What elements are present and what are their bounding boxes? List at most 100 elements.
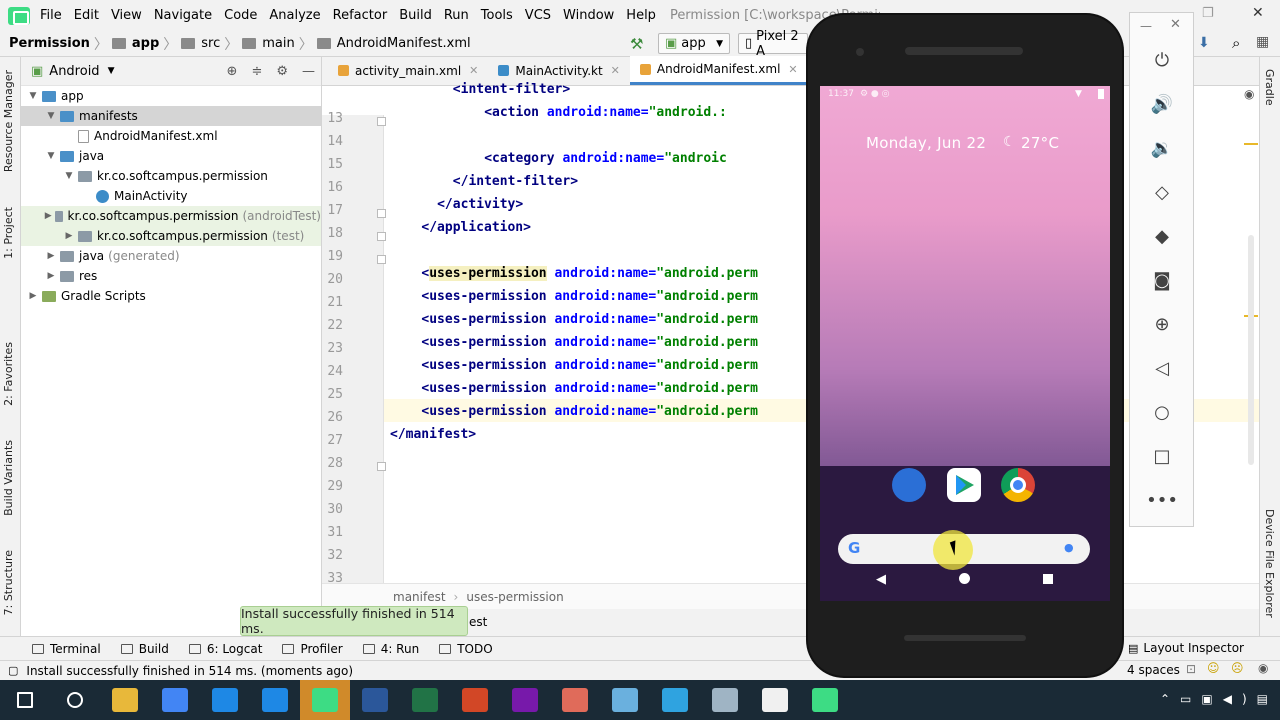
date-widget[interactable]: Monday, Jun 22 <box>866 134 986 152</box>
taskbar-item[interactable] <box>300 680 350 720</box>
breadcrumb-item[interactable]: Permission <box>6 36 93 51</box>
close-icon[interactable]: ✕ <box>469 64 478 77</box>
taskbar-item[interactable] <box>550 680 600 720</box>
home-icon[interactable]: ○ <box>1150 400 1174 424</box>
run-config-select[interactable]: ▣ app ▼ <box>658 33 730 54</box>
taskbar-item[interactable] <box>200 680 250 720</box>
breadcrumb-item[interactable]: app <box>109 36 162 51</box>
rotate-right-icon[interactable]: ◆ <box>1150 224 1174 248</box>
expand-arrow-icon[interactable]: ▼ <box>45 151 57 161</box>
minimize-icon[interactable]: — <box>302 64 315 79</box>
home-nav-icon[interactable] <box>959 573 970 584</box>
messages-app-icon[interactable] <box>892 468 926 502</box>
tool-window-todo[interactable]: TODO <box>429 642 502 656</box>
play-store-app-icon[interactable] <box>947 468 981 502</box>
settings-icon[interactable]: ▦ <box>1256 34 1269 50</box>
restore-window-icon[interactable]: ❐ <box>1202 6 1214 21</box>
smile-icon[interactable]: ☺ <box>1207 661 1220 675</box>
lock-icon[interactable]: ⊡ <box>1186 662 1196 676</box>
menu-item-tools[interactable]: Tools <box>475 0 519 31</box>
run-tab-label[interactable]: est <box>469 615 487 629</box>
weather-temp[interactable]: 27°C <box>1021 134 1059 152</box>
tool-window-build[interactable]: Build <box>111 642 179 656</box>
menu-item-code[interactable]: Code <box>218 0 263 31</box>
event-log-icon[interactable]: ◉ <box>1258 661 1268 675</box>
fold-marker[interactable] <box>377 117 386 126</box>
close-icon[interactable]: ✕ <box>611 64 620 77</box>
taskbar-item[interactable] <box>450 680 500 720</box>
expand-arrow-icon[interactable]: ▼ <box>63 171 75 181</box>
indent-setting[interactable]: 4 spaces <box>1127 663 1180 677</box>
editor-tab[interactable]: MainActivity.kt ✕ <box>488 56 630 85</box>
expand-arrow-icon[interactable]: ▶ <box>27 291 39 301</box>
taskbar-item[interactable] <box>600 680 650 720</box>
locate-icon[interactable]: ⊕ <box>227 64 238 79</box>
taskbar-item[interactable] <box>150 680 200 720</box>
power-icon[interactable]: ⏻ <box>1150 48 1174 72</box>
warning-marker[interactable] <box>1244 143 1258 145</box>
tree-item[interactable]: ▼ java <box>21 146 321 166</box>
tree-item[interactable]: AndroidManifest.xml <box>21 126 321 146</box>
close-window-icon[interactable]: ✕ <box>1252 5 1264 21</box>
assistant-icon[interactable]: ● <box>1064 541 1074 554</box>
menu-item-file[interactable]: File <box>34 0 68 31</box>
tree-item[interactable]: ▼ kr.co.softcampus.permission <box>21 166 321 186</box>
editor-tab[interactable]: activity_main.xml ✕ <box>328 56 488 85</box>
menu-item-view[interactable]: View <box>105 0 148 31</box>
expand-arrow-icon[interactable]: ▶ <box>63 231 75 241</box>
menu-item-build[interactable]: Build <box>393 0 438 31</box>
hammer-icon[interactable]: ⚒ <box>630 35 648 53</box>
tree-item[interactable]: ▶ kr.co.softcampus.permission (androidTest… <box>21 206 321 226</box>
tab-build-variants[interactable]: Build Variants <box>2 440 15 516</box>
scrollbar[interactable] <box>1248 235 1254 465</box>
toast-notification[interactable]: Install successfully finished in 514 ms. <box>240 606 468 636</box>
tool-window-terminal[interactable]: Terminal <box>22 642 111 656</box>
fold-marker[interactable] <box>377 255 386 264</box>
rotate-left-icon[interactable]: ◇ <box>1150 180 1174 204</box>
fold-marker[interactable] <box>377 462 386 471</box>
menu-item-edit[interactable]: Edit <box>68 0 105 31</box>
taskbar-item[interactable] <box>400 680 450 720</box>
breadcrumb-uses-permission[interactable]: uses-permission <box>466 590 563 604</box>
tree-item[interactable]: ▶ kr.co.softcampus.permission (test) <box>21 226 321 246</box>
taskbar-item[interactable] <box>100 680 150 720</box>
tab-resource-manager[interactable]: Resource Manager <box>2 70 15 172</box>
menu-item-analyze[interactable]: Analyze <box>263 0 326 31</box>
expand-arrow-icon[interactable]: ▶ <box>45 271 57 281</box>
tool-window-logcat[interactable]: 6: Logcat <box>179 642 273 656</box>
taskbar-item[interactable] <box>350 680 400 720</box>
menu-item-vcs[interactable]: VCS <box>519 0 557 31</box>
menu-item-refactor[interactable]: Refactor <box>327 0 394 31</box>
tab-gradle[interactable]: Gradle <box>1263 69 1276 106</box>
taskbar-item[interactable] <box>0 680 50 720</box>
tree-item[interactable]: ▼ manifests <box>21 106 321 126</box>
taskbar-item[interactable] <box>250 680 300 720</box>
tree-item[interactable]: ▶ Gradle Scripts <box>21 286 321 306</box>
more-icon[interactable]: ••• <box>1146 488 1178 512</box>
overview-nav-icon[interactable] <box>1043 574 1053 584</box>
expand-arrow-icon[interactable]: ▼ <box>45 111 57 121</box>
frown-icon[interactable]: ☹ <box>1231 661 1244 675</box>
back-nav-icon[interactable]: ◀ <box>876 572 886 587</box>
menu-item-navigate[interactable]: Navigate <box>148 0 218 31</box>
expand-arrow-icon[interactable]: ▶ <box>45 211 52 221</box>
breadcrumb-item[interactable]: src <box>178 36 223 51</box>
breadcrumb-item[interactable]: main <box>239 36 297 51</box>
volume-down-icon[interactable]: 🔉 <box>1150 136 1174 160</box>
tray-icons[interactable]: ⌃▭▣◀)▤ <box>1160 692 1278 706</box>
back-icon[interactable]: ◁ <box>1150 356 1174 380</box>
layout-inspector-button[interactable]: ▤ Layout Inspector <box>1128 641 1244 655</box>
tool-window-run[interactable]: 4: Run <box>353 642 430 656</box>
device-select[interactable]: ▯ Pixel 2 A <box>738 29 808 59</box>
gear-icon[interactable]: ⚙ <box>276 64 288 79</box>
phone-screen[interactable]: 11:37 ⚙ ● ◎ ▼ Monday, Jun 22 ☾ 27°C ◀ <box>820 86 1110 601</box>
expand-arrow-icon[interactable]: ▶ <box>45 251 57 261</box>
menu-item-window[interactable]: Window <box>557 0 620 31</box>
close-icon[interactable]: ✕ <box>1170 17 1181 32</box>
tree-item[interactable]: MainActivity <box>21 186 321 206</box>
camera-icon[interactable]: ◙ <box>1150 268 1174 292</box>
close-icon[interactable]: ✕ <box>788 63 797 76</box>
overview-icon[interactable]: □ <box>1150 444 1174 468</box>
eye-icon[interactable]: ◉ <box>1244 87 1254 101</box>
taskbar-item[interactable] <box>800 680 850 720</box>
